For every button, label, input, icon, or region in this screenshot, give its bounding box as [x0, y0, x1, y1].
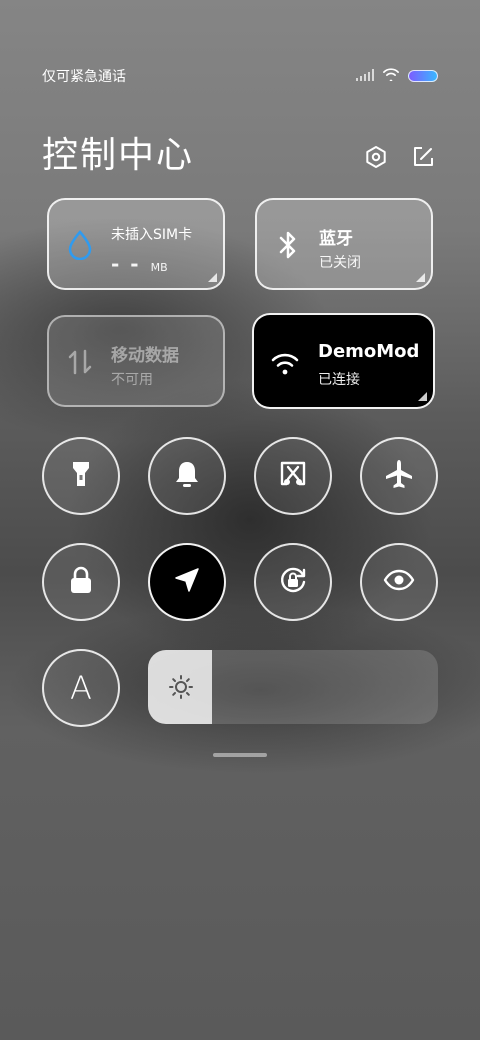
expand-corner-icon[interactable]	[416, 273, 425, 282]
wifi-status: 已连接	[318, 372, 360, 388]
drag-handle[interactable]	[213, 753, 267, 757]
notification-toggle[interactable]	[148, 437, 226, 515]
data-usage-value: - - MB	[111, 252, 168, 276]
location-arrow-icon	[173, 566, 201, 598]
wifi-tile[interactable]: DemoMod 已连接	[252, 313, 435, 409]
expand-corner-icon[interactable]	[418, 392, 427, 401]
wifi-status-icon	[382, 66, 400, 85]
mobile-data-label: 移动数据	[111, 346, 179, 366]
lock-icon	[67, 565, 95, 599]
bluetooth-tile[interactable]: 蓝牙 已关闭	[255, 198, 433, 290]
lock-screen-toggle[interactable]	[42, 543, 120, 621]
header: 控制中心	[0, 120, 480, 180]
airplane-mode-toggle[interactable]	[360, 437, 438, 515]
bluetooth-status: 已关闭	[319, 255, 361, 271]
edit-icon[interactable]	[410, 144, 436, 170]
auto-brightness-toggle[interactable]: A	[42, 649, 120, 727]
sim-status-label: 未插入SIM卡	[111, 227, 193, 243]
flashlight-toggle[interactable]	[42, 437, 120, 515]
page-title: 控制中心	[42, 135, 195, 176]
status-icons	[356, 66, 438, 85]
settings-icon[interactable]	[363, 144, 389, 170]
data-usage-tile[interactable]: 未插入SIM卡 - - MB	[47, 198, 225, 290]
bluetooth-label: 蓝牙	[319, 229, 353, 249]
signal-bars-icon	[356, 66, 374, 85]
battery-icon	[408, 69, 438, 82]
mobile-data-icon	[63, 345, 97, 379]
eye-comfort-toggle[interactable]	[360, 543, 438, 621]
airplane-icon	[383, 458, 415, 494]
status-bar: 仅可紧急通话	[0, 60, 480, 90]
water-drop-icon	[63, 228, 97, 262]
brightness-slider[interactable]	[148, 650, 438, 724]
bell-icon	[173, 459, 201, 493]
wifi-icon	[268, 347, 302, 381]
flashlight-icon	[68, 459, 94, 493]
mobile-data-tile[interactable]: 移动数据 不可用	[47, 315, 225, 407]
screenshot-toggle[interactable]	[254, 437, 332, 515]
carrier-text: 仅可紧急通话	[42, 69, 126, 85]
bluetooth-icon	[271, 228, 305, 262]
expand-corner-icon[interactable]	[208, 273, 217, 282]
rotation-lock-icon	[277, 564, 309, 600]
screenshot-scissors-icon	[278, 459, 308, 493]
eye-icon	[383, 569, 415, 595]
font-a-icon: A	[70, 669, 92, 707]
sun-icon	[168, 674, 194, 700]
rotation-lock-toggle[interactable]	[254, 543, 332, 621]
location-toggle[interactable]	[148, 543, 226, 621]
wifi-network-name: DemoMod	[318, 341, 420, 362]
mobile-data-status: 不可用	[111, 372, 153, 388]
